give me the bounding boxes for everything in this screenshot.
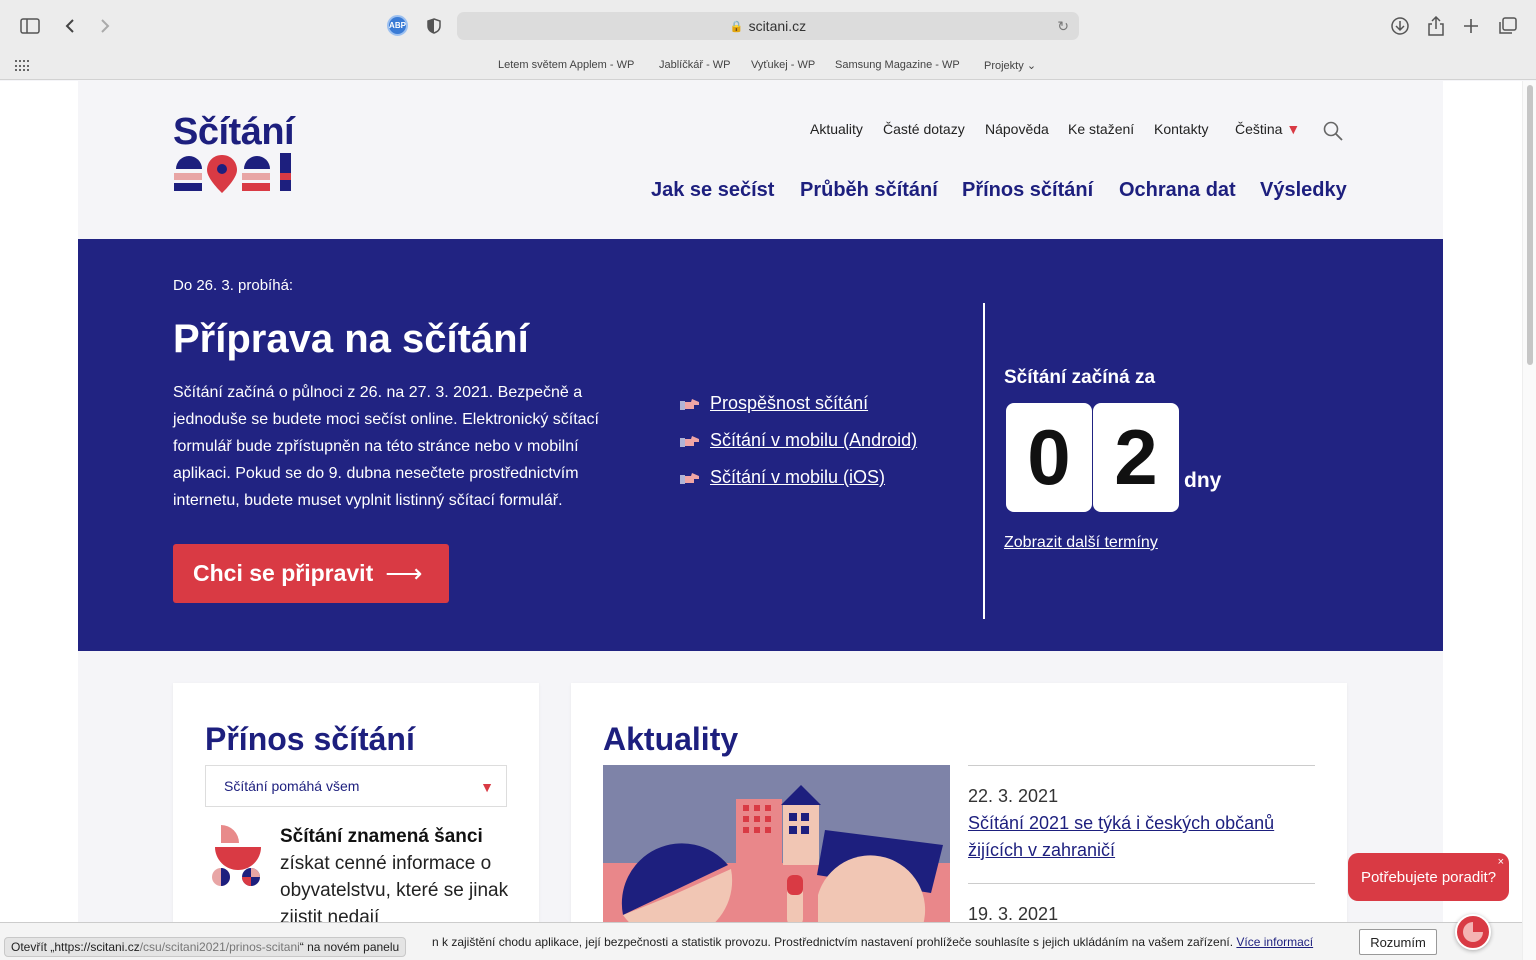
news-card: Aktuality 22. 3. 2021 Sčítání 2021 se tý… (571, 683, 1347, 960)
arrow-right-icon: ⟶ (385, 558, 423, 588)
news-title: Aktuality (603, 721, 739, 757)
hero-kicker: Do 26. 3. probíhá: (173, 277, 294, 294)
language-label: Čeština (1235, 121, 1283, 137)
logo-year-graphic[interactable] (174, 151, 294, 195)
pointing-hand-icon (680, 472, 699, 484)
pointing-hand-icon (680, 435, 699, 447)
downloads-icon[interactable] (1388, 14, 1412, 38)
bookmark-item[interactable]: Letem světem Applem - WP (498, 59, 634, 71)
prepare-button-label: Chci se připravit (193, 560, 374, 586)
language-selector[interactable]: Čeština ▼ (1235, 121, 1300, 137)
browser-toolbar: ABP 🔒 scitani.cz ↻ (0, 0, 1536, 52)
benefits-title: Přínos sčítání (205, 721, 415, 757)
hero-description: Sčítání začíná o půlnoci z 26. na 27. 3.… (173, 384, 599, 509)
link-label: Prospěšnost sčítání (710, 393, 869, 413)
topnav-napoveda[interactable]: Nápověda (985, 121, 1049, 137)
mainnav-vysledky[interactable]: Výsledky (1260, 179, 1347, 202)
bookmarks-bar: Letem světem Applem - WP Jablíčkář - WP … (0, 52, 1536, 80)
hero-banner: Do 26. 3. probíhá: Příprava na sčítání S… (78, 239, 1443, 651)
new-tab-icon[interactable] (1459, 14, 1483, 38)
bookmark-folder-projekty[interactable]: Projekty ⌄ (984, 59, 1036, 72)
bookmark-item[interactable]: Vyťukej - WP (751, 59, 815, 71)
reload-icon[interactable]: ↻ (1057, 18, 1069, 35)
hero-links: Prospěšnost sčítání Sčítání v mobilu (An… (680, 385, 917, 496)
link-scitani-ios[interactable]: Sčítání v mobilu (iOS) (680, 459, 917, 496)
link-label: Sčítání v mobilu (Android) (710, 430, 918, 450)
news-divider (968, 765, 1315, 766)
site-container: Sčítání 2021 Aktuality Časté dotazy Nápo… (78, 81, 1443, 960)
benefit-illustration-icon (212, 825, 261, 886)
search-icon[interactable] (1323, 121, 1343, 141)
benefit-lead-rest: získat cenné informace o obyvatelstvu, k… (280, 853, 509, 928)
link-label: Sčítání v mobilu (iOS) (710, 467, 886, 487)
mainnav-prubeh-scitani[interactable]: Průběh sčítání (800, 179, 938, 202)
url-text: scitani.cz (748, 18, 807, 34)
caret-down-icon: ▼ (1286, 121, 1301, 137)
hero-title: Příprava na sčítání (173, 317, 529, 361)
bookmark-item[interactable]: Jablíčkář - WP (659, 59, 731, 71)
benefit-text: Sčítání znamená šanci získat cenné infor… (280, 823, 510, 931)
chevron-down-icon: ⌄ (1026, 60, 1037, 72)
chat-launcher-button[interactable] (1455, 914, 1491, 950)
hero-divider (983, 303, 985, 619)
apps-grid-icon[interactable] (15, 60, 29, 72)
news-divider (968, 883, 1315, 884)
address-bar[interactable]: 🔒 scitani.cz ↻ (457, 12, 1079, 40)
tab-overview-icon[interactable] (1496, 14, 1520, 38)
share-icon[interactable] (1424, 14, 1448, 38)
pointing-hand-icon (680, 398, 699, 410)
bookmark-item[interactable]: Samsung Magazine - WP (835, 59, 960, 71)
countdown-digit: 2 (1093, 403, 1179, 512)
cookie-text: n k zajištění chodu aplikace, její bezpe… (432, 935, 1313, 949)
adblock-label: ABP (389, 21, 406, 30)
benefits-select[interactable]: Sčítání pomáhá všem ▼ (205, 765, 507, 807)
status-prefix: Otevřít „https://scitani.cz (11, 940, 140, 954)
benefits-card: Přínos sčítání Sčítání pomáhá všem ▼ Sčí… (173, 683, 539, 960)
mainnav-jak-se-secist[interactable]: Jak se sečíst (651, 179, 774, 202)
logo-title[interactable]: Sčítání (173, 111, 295, 154)
mainnav-prinos-scitani[interactable]: Přínos sčítání (962, 179, 1093, 202)
forward-icon[interactable] (93, 14, 117, 38)
mainnav-ochrana-dat[interactable]: Ochrana dat (1119, 179, 1236, 202)
topnav-aktuality[interactable]: Aktuality (810, 121, 863, 137)
news-article-link[interactable]: Sčítání 2021 se týká i českých občanů ži… (968, 810, 1288, 864)
scrollbar-thumb[interactable] (1527, 85, 1533, 365)
cookie-accept-button[interactable]: Rozumím (1359, 929, 1437, 955)
benefit-lead-bold: Sčítání znamená šanci (280, 826, 483, 847)
back-icon[interactable] (58, 14, 82, 38)
lock-icon: 🔒 (729, 20, 744, 33)
close-icon[interactable]: × (1498, 856, 1504, 868)
link-scitani-android[interactable]: Sčítání v mobilu (Android) (680, 422, 917, 459)
status-path: /csu/scitani2021/prinos-scitani (139, 940, 300, 954)
topnav-kontakty[interactable]: Kontakty (1154, 121, 1208, 137)
countdown-digit: 0 (1006, 403, 1092, 512)
countdown-unit: dny (1184, 469, 1222, 492)
cookie-more-info-link[interactable]: Více informací (1236, 935, 1313, 949)
caret-down-icon: ▼ (480, 779, 494, 795)
prepare-button[interactable]: Chci se připravit ⟶ (173, 544, 449, 603)
cookie-message: n k zajištění chodu aplikace, její bezpe… (432, 935, 1234, 949)
news-image[interactable] (603, 765, 950, 935)
chat-prompt-bubble[interactable]: Potřebujete poradit? × (1348, 853, 1509, 901)
adblock-extension-icon[interactable]: ABP (387, 15, 408, 36)
status-suffix: “ na novém panelu (299, 940, 400, 954)
topnav-ke-stazeni[interactable]: Ke stažení (1068, 121, 1134, 137)
countdown-label: Sčítání začíná za (1004, 367, 1156, 388)
privacy-shield-icon[interactable] (422, 14, 446, 38)
benefits-select-value: Sčítání pomáhá všem (224, 778, 360, 794)
news-date: 22. 3. 2021 (968, 786, 1059, 806)
sidebar-toggle-icon[interactable] (18, 14, 42, 38)
link-prospesnost-scitani[interactable]: Prospěšnost sčítání (680, 385, 917, 422)
topnav-caste-dotazy[interactable]: Časté dotazy (883, 121, 965, 137)
chat-prompt-text: Potřebujete poradit? (1360, 868, 1497, 886)
page-scrollbar[interactable] (1522, 81, 1536, 960)
more-dates-link[interactable]: Zobrazit další termíny (1004, 534, 1158, 552)
web-page: Sčítání 2021 Aktuality Časté dotazy Nápo… (0, 81, 1522, 960)
bookmark-folder-label: Projekty (984, 60, 1024, 72)
link-status-bar: Otevřít „https://scitani.cz/csu/scitani2… (4, 937, 407, 957)
